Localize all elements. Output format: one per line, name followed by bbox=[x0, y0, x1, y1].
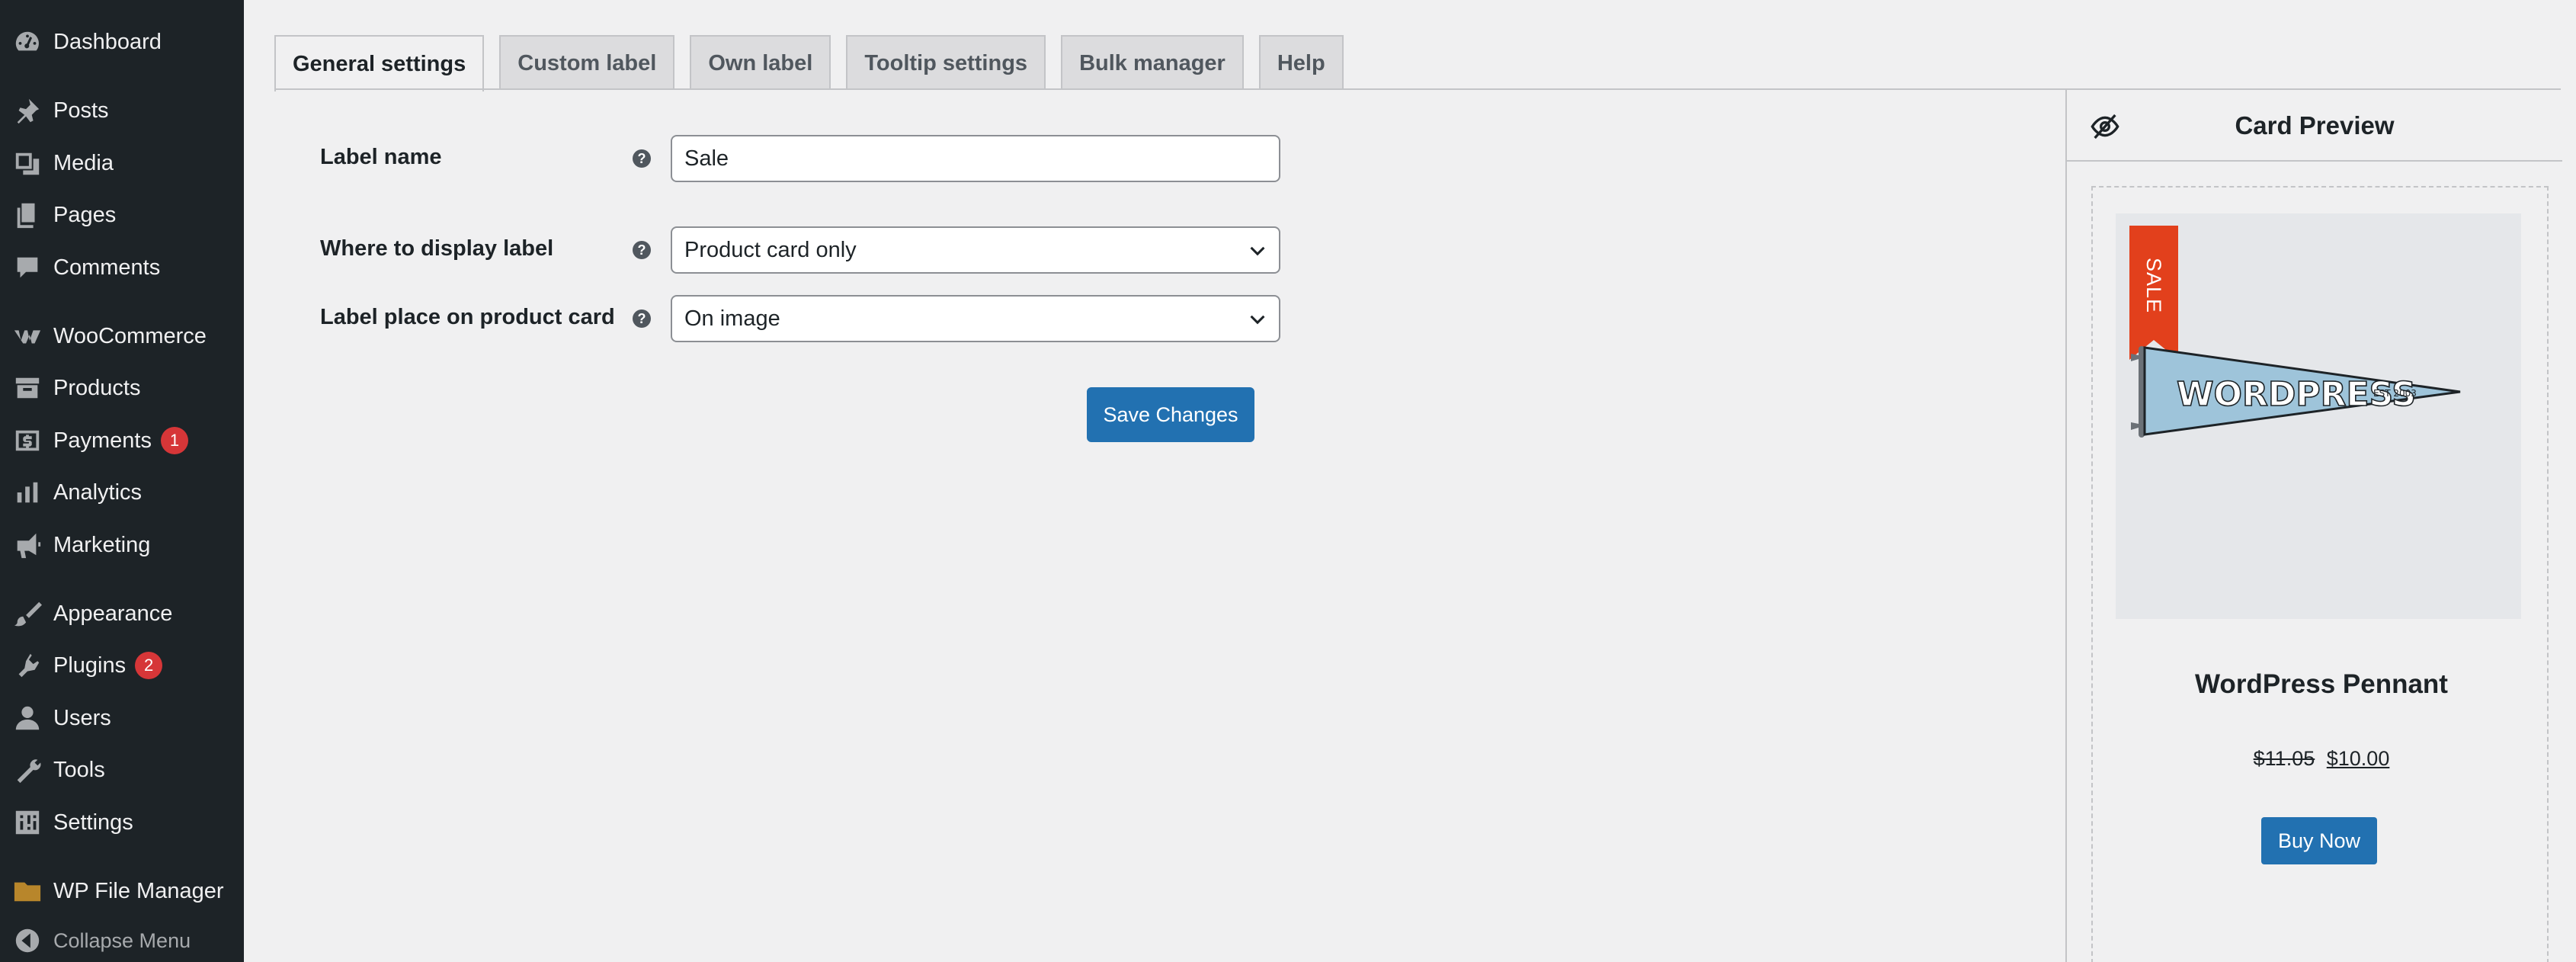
sidebar-item-tools[interactable]: Tools bbox=[0, 747, 244, 793]
sidebar-item-users[interactable]: Users bbox=[0, 695, 244, 741]
admin-sidebar: Dashboard Posts Media Pages Comments Woo… bbox=[0, 0, 244, 962]
card-preview-header: Card Preview bbox=[2067, 90, 2562, 162]
chevron-down-icon bbox=[1250, 246, 1265, 256]
sidebar-item-posts[interactable]: Posts bbox=[0, 88, 244, 133]
woo-icon bbox=[12, 321, 43, 351]
display-location-value: Product card only bbox=[684, 237, 857, 262]
display-location-label: Where to display label bbox=[320, 236, 554, 261]
label-place-value: On image bbox=[684, 306, 780, 331]
pennant-small-text: EST 2003 bbox=[2373, 388, 2417, 399]
old-price: $11.05 bbox=[2253, 747, 2315, 770]
archive-icon bbox=[12, 373, 43, 403]
product-name[interactable]: WordPress Pennant bbox=[2093, 669, 2550, 700]
sidebar-item-analytics[interactable]: Analytics bbox=[0, 470, 244, 515]
label-name-label: Label name bbox=[320, 145, 442, 169]
sidebar-item-payments[interactable]: Payments 1 bbox=[0, 418, 244, 463]
product-card: SALE WORDPRESS EST 2003 WordPress Pennan… bbox=[2091, 186, 2549, 962]
tab-tooltip-settings[interactable]: Tooltip settings bbox=[846, 35, 1046, 90]
save-changes-button[interactable]: Save Changes bbox=[1087, 387, 1254, 442]
dollar-icon bbox=[12, 425, 43, 456]
product-price: $11.05 $10.00 bbox=[2093, 747, 2550, 771]
dashboard-icon bbox=[12, 27, 43, 57]
collapse-menu-label: Collapse Menu bbox=[53, 928, 191, 952]
sidebar-item-label: Users bbox=[53, 705, 111, 730]
label-place-label: Label place on product card bbox=[320, 305, 615, 329]
sale-label-wrap: SALE bbox=[2129, 232, 2178, 338]
sidebar-item-woocommerce[interactable]: WooCommerce bbox=[0, 313, 244, 359]
help-icon[interactable]: ? bbox=[633, 149, 651, 168]
sidebar-item-label: WP File Manager bbox=[53, 878, 224, 903]
sidebar-item-label: Analytics bbox=[53, 479, 143, 505]
folder-icon bbox=[12, 876, 43, 906]
bar-chart-icon bbox=[12, 477, 43, 508]
sidebar-item-marketing[interactable]: Marketing bbox=[0, 522, 244, 568]
notification-badge: 1 bbox=[160, 427, 188, 454]
sidebar-item-appearance[interactable]: Appearance bbox=[0, 591, 244, 637]
sidebar-item-label: Media bbox=[53, 150, 114, 175]
sidebar-item-products[interactable]: Products bbox=[0, 365, 244, 411]
sidebar-item-label: Pages bbox=[53, 202, 117, 227]
chevron-down-icon bbox=[1250, 315, 1265, 325]
sidebar-item-label: Tools bbox=[53, 757, 105, 782]
pages-icon bbox=[12, 200, 43, 230]
sidebar-item-label: Settings bbox=[53, 810, 133, 835]
sale-label-text: SALE bbox=[2142, 257, 2166, 313]
label-name-value: Sale bbox=[684, 146, 729, 171]
sidebar-item-label: Posts bbox=[53, 98, 109, 123]
sidebar-item-label: Appearance bbox=[53, 601, 173, 626]
tab-own-label[interactable]: Own label bbox=[690, 35, 831, 90]
media-icon bbox=[12, 148, 43, 178]
sidebar-item-label: Payments bbox=[53, 428, 152, 453]
buy-now-button[interactable]: Buy Now bbox=[2261, 817, 2377, 864]
sidebar-item-label: Marketing bbox=[53, 532, 151, 557]
brush-icon bbox=[12, 598, 43, 629]
collapse-menu-button[interactable]: Collapse Menu bbox=[0, 918, 244, 962]
help-icon[interactable]: ? bbox=[633, 241, 651, 259]
label-place-select[interactable]: On image bbox=[671, 295, 1280, 342]
sidebar-item-label: Products bbox=[53, 375, 141, 400]
tab-help[interactable]: Help bbox=[1258, 35, 1344, 90]
sidebar-item-dashboard[interactable]: Dashboard bbox=[0, 19, 244, 65]
notification-badge: 2 bbox=[135, 652, 163, 679]
tab-general-settings[interactable]: General settings bbox=[274, 35, 485, 91]
sidebar-item-comments[interactable]: Comments bbox=[0, 245, 244, 290]
wrench-icon bbox=[12, 755, 43, 785]
sidebar-item-wp-file-manager[interactable]: WP File Manager bbox=[0, 868, 244, 914]
sidebar-item-plugins[interactable]: Plugins 2 bbox=[0, 643, 244, 688]
label-name-input[interactable]: Sale bbox=[671, 135, 1280, 182]
card-preview-panel: Card Preview SALE WORDPRESS EST 2003 Wor… bbox=[2065, 90, 2562, 962]
sidebar-item-label: Comments bbox=[53, 255, 161, 280]
comment-icon bbox=[12, 252, 43, 283]
user-icon bbox=[12, 703, 43, 733]
sidebar-item-label: Plugins bbox=[53, 653, 127, 678]
pennant-illustration: WORDPRESS EST 2003 bbox=[2131, 346, 2461, 438]
sidebar-item-pages[interactable]: Pages bbox=[0, 192, 244, 238]
help-icon[interactable]: ? bbox=[633, 309, 651, 328]
plugin-icon bbox=[12, 650, 43, 681]
sale-price: $10.00 bbox=[2326, 747, 2390, 770]
settings-tabs: General settings Custom label Own label … bbox=[274, 35, 1359, 91]
display-location-select[interactable]: Product card only bbox=[671, 226, 1280, 274]
tab-bulk-manager[interactable]: Bulk manager bbox=[1061, 35, 1244, 90]
tab-custom-label[interactable]: Custom label bbox=[499, 35, 675, 90]
sliders-icon bbox=[12, 807, 43, 838]
sidebar-item-media[interactable]: Media bbox=[0, 140, 244, 186]
megaphone-icon bbox=[12, 530, 43, 560]
collapse-arrow-icon bbox=[12, 925, 43, 956]
card-preview-title: Card Preview bbox=[2235, 111, 2395, 139]
pin-icon bbox=[12, 95, 43, 126]
sidebar-item-settings[interactable]: Settings bbox=[0, 800, 244, 845]
sidebar-item-label: WooCommerce bbox=[53, 323, 207, 348]
sidebar-item-label: Dashboard bbox=[53, 29, 162, 54]
